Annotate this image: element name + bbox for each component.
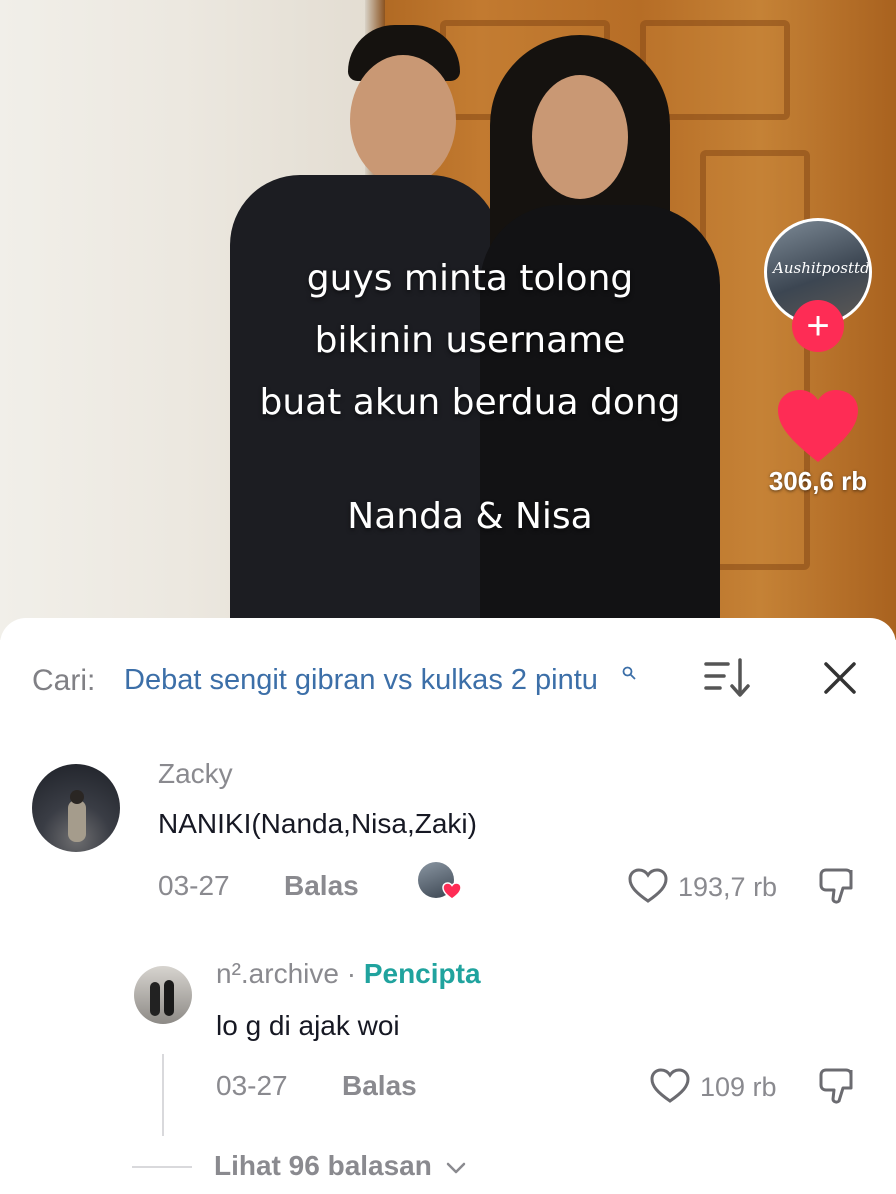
follow-button[interactable]: + <box>792 300 844 352</box>
search-icon <box>622 666 636 680</box>
comment-search-bar[interactable]: Cari: Debat sengit gibran vs kulkas 2 pi… <box>0 618 896 738</box>
dislike-icon[interactable] <box>818 1066 858 1106</box>
sort-icon[interactable] <box>704 656 752 700</box>
avatar[interactable] <box>32 764 120 852</box>
avatar-watermark: Aushitposttd <box>773 259 870 277</box>
caption-line: guys minta tolong <box>306 258 634 299</box>
plus-icon: + <box>806 304 830 348</box>
reply-button[interactable]: Balas <box>284 870 359 902</box>
reply-button[interactable]: Balas <box>342 1070 417 1102</box>
heart-icon[interactable] <box>776 388 860 464</box>
close-icon[interactable] <box>822 660 858 696</box>
avatar[interactable] <box>134 966 192 1024</box>
reply-like-count: 109 rb <box>700 1072 777 1102</box>
caption-names: Nanda & Nisa <box>347 496 593 537</box>
heart-icon <box>442 882 462 900</box>
comment-like-count: 193,7 rb <box>678 872 778 902</box>
reply-username-line: n².archive · Pencipta <box>216 958 481 990</box>
caption-line: bikinin username <box>314 320 626 361</box>
creator-badge: Pencipta <box>363 958 481 989</box>
view-more-replies[interactable]: Lihat 96 balasan <box>214 1150 466 1182</box>
caption-line: buat akun berdua dong <box>259 382 681 423</box>
username-separator: · <box>338 958 364 989</box>
view-more-label: Lihat 96 balasan <box>214 1150 432 1181</box>
video-caption: guys minta tolong bikinin username buat … <box>180 248 760 434</box>
heart-outline-icon[interactable] <box>628 868 668 904</box>
comments-sheet: Cari: Debat sengit gibran vs kulkas 2 pi… <box>0 618 896 1194</box>
dislike-icon[interactable] <box>818 866 858 906</box>
comment-username[interactable]: Zacky <box>158 758 233 790</box>
like-count: 306,6 rb <box>768 466 868 496</box>
comment-text: NANIKI(Nanda,Nisa,Zaki) <box>158 808 477 839</box>
creator-liked-badge <box>418 862 462 902</box>
reply-date: 03-27 <box>216 1070 288 1101</box>
search-suggestion[interactable]: Debat sengit gibran vs kulkas 2 pintu <box>124 664 598 697</box>
video-player[interactable]: guys minta tolong bikinin username buat … <box>0 0 896 640</box>
reply-text: lo g di ajak woi <box>216 1010 400 1041</box>
heart-outline-icon[interactable] <box>650 1068 690 1104</box>
thread-line <box>162 1054 164 1136</box>
view-more-divider <box>132 1166 192 1168</box>
search-prefix: Cari: <box>32 664 96 697</box>
comment-date: 03-27 <box>158 870 230 901</box>
chevron-down-icon <box>446 1162 465 1173</box>
reply-username[interactable]: n².archive <box>216 958 339 989</box>
